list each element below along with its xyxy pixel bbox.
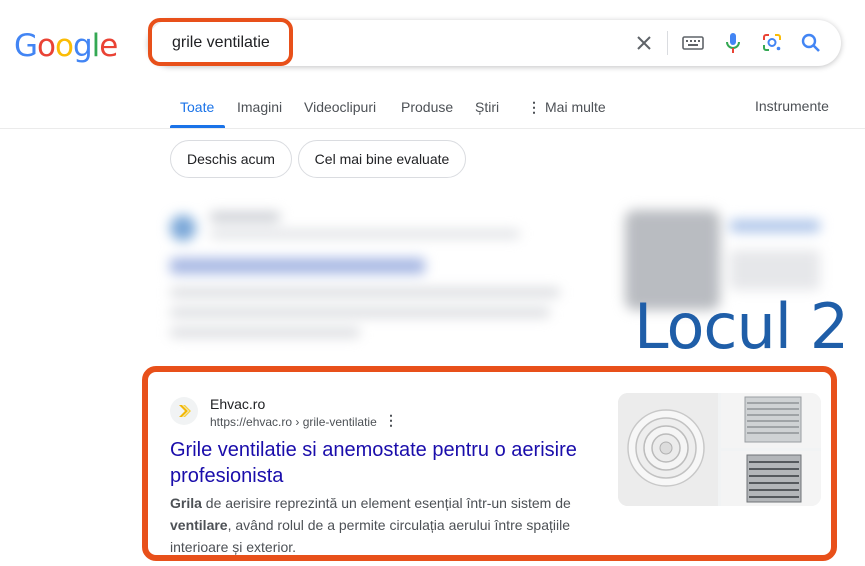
- logo-letter: g: [72, 28, 93, 64]
- logo-letter: e: [99, 28, 118, 64]
- result-snippet: Grila de aerisire reprezintă un element …: [170, 492, 600, 558]
- chip-top-rated[interactable]: Cel mai bine evaluate: [298, 140, 466, 178]
- tools-button[interactable]: Instrumente: [755, 98, 829, 114]
- result-thumbnails[interactable]: [618, 393, 821, 506]
- annotation-label: Locul 2: [634, 290, 849, 363]
- query-highlight-box: [148, 18, 293, 66]
- logo-letter: o: [55, 28, 74, 64]
- microphone-icon[interactable]: [721, 31, 745, 55]
- snippet-bold: Grila: [170, 495, 202, 511]
- site-favicon-icon[interactable]: [170, 397, 198, 425]
- tab-more[interactable]: ⋮ Mai multe: [527, 99, 606, 116]
- search-divider: [667, 31, 668, 55]
- tab-images[interactable]: Imagini: [237, 99, 282, 115]
- dark-louvre-image[interactable]: [721, 451, 821, 506]
- logo-letter: l: [91, 28, 101, 64]
- tab-all[interactable]: Toate: [180, 99, 214, 115]
- result-title-link[interactable]: Grile ventilatie si anemostate pentru o …: [170, 437, 600, 489]
- chip-open-now[interactable]: Deschis acum: [170, 140, 292, 178]
- search-icon[interactable]: [799, 31, 823, 55]
- tab-news[interactable]: Știri: [475, 99, 499, 115]
- round-diffuser-image[interactable]: [618, 393, 718, 506]
- tabs-divider: [0, 128, 865, 129]
- clear-icon[interactable]: [632, 31, 656, 55]
- site-name[interactable]: Ehvac.ro: [210, 396, 265, 412]
- logo-letter: o: [37, 28, 56, 64]
- lens-camera-icon[interactable]: [760, 31, 784, 55]
- snippet-bold: ventilare: [170, 517, 228, 533]
- site-url[interactable]: https://ehvac.ro › grile-ventilatie: [210, 415, 377, 429]
- google-logo[interactable]: Google: [14, 28, 118, 64]
- logo-letter: G: [14, 28, 38, 64]
- keyboard-icon[interactable]: [681, 31, 705, 55]
- tab-videos[interactable]: Videoclipuri: [304, 99, 376, 115]
- tab-products[interactable]: Produse: [401, 99, 453, 115]
- tab-more-label: Mai multe: [545, 99, 606, 115]
- snippet-text: , având rolul de a permite circulația ae…: [170, 517, 570, 555]
- more-options-icon[interactable]: ⋮: [384, 412, 398, 429]
- snippet-text: de aerisire reprezintă un element esenți…: [201, 495, 571, 511]
- louvre-grille-image[interactable]: [721, 393, 821, 448]
- more-vert-icon: ⋮: [527, 99, 541, 115]
